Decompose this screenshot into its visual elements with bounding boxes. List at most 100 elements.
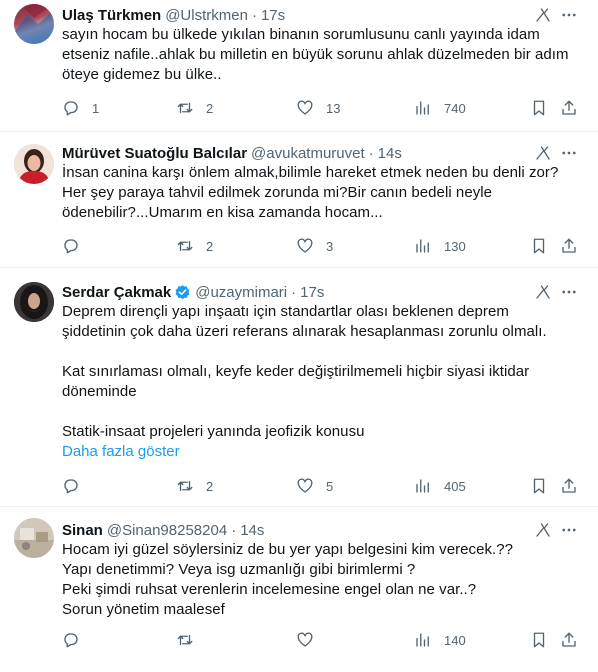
more-icon[interactable]	[560, 6, 578, 24]
tweet-text-line: sayın hocam bu ülkede yıkılan binanın so…	[62, 26, 540, 43]
like-button[interactable]: 13	[296, 98, 340, 118]
bookmark-icon	[533, 478, 545, 494]
tweet[interactable]: Sinan @Sinan98258204 · 14s Hocam iyi güz…	[0, 507, 598, 672]
like-button[interactable]: 3	[296, 236, 333, 256]
tweet[interactable]: Mürüvet Suatoğlu Balcılar @avukatmuruvet…	[0, 132, 598, 268]
tweet-text: İnsan canina karşı önlem almak,bilimle h…	[62, 163, 582, 223]
retweet-button[interactable]: 2	[176, 236, 213, 256]
separator-dot: ·	[368, 144, 374, 162]
views-button[interactable]: 130	[414, 236, 466, 256]
tweet-text: Deprem dirençli yapı inşaatı için standa…	[62, 302, 582, 442]
reply-button[interactable]	[62, 476, 92, 496]
bookmark-button[interactable]	[530, 236, 548, 256]
separator-dot: ·	[291, 283, 297, 301]
share-button[interactable]	[560, 236, 578, 256]
tweet-text-line: döneminde	[62, 383, 137, 400]
verified-badge-icon	[175, 284, 190, 299]
tweet-text-line: Sorun yönetim maalesef	[62, 601, 225, 618]
separator-dot: ·	[231, 521, 237, 539]
reply-icon	[64, 633, 78, 648]
tweet-text: sayın hocam bu ülkede yıkılan binanın so…	[62, 25, 582, 85]
author-name[interactable]: Sinan	[62, 522, 103, 539]
tweet-actions: 140	[62, 630, 582, 650]
like-button[interactable]: 5	[296, 476, 333, 496]
author-name[interactable]: Ulaş Türkmen	[62, 7, 161, 24]
reply-icon	[64, 239, 78, 254]
grok-icon[interactable]	[534, 144, 552, 162]
views-button[interactable]: 405	[414, 476, 466, 496]
avatar[interactable]	[14, 282, 54, 322]
tweet-time[interactable]: 14s	[240, 522, 264, 539]
retweet-button[interactable]: 2	[176, 476, 213, 496]
tweet-text-line: şiddetinin çok daha üzeri referans alına…	[62, 323, 547, 340]
tweet-text-line: Her şey paraya tahvil edilmek zorunda mi…	[62, 184, 493, 201]
tweet[interactable]: Ulaş Türkmen @Ulstrkmen · 17s sayın hoca…	[0, 0, 598, 132]
retweet-icon	[177, 240, 193, 252]
more-icon[interactable]	[560, 144, 578, 162]
tweet-header: Sinan @Sinan98258204 · 14s	[62, 520, 582, 540]
tweet-time[interactable]: 17s	[300, 284, 324, 301]
share-icon	[562, 238, 576, 253]
retweet-icon	[177, 102, 193, 114]
tweet[interactable]: Serdar Çakmak @uzaymimari · 17s Deprem d…	[0, 268, 598, 507]
retweet-button[interactable]	[176, 630, 206, 650]
bookmark-button[interactable]	[530, 98, 548, 118]
share-icon	[562, 478, 576, 493]
views-icon	[416, 633, 429, 647]
heart-icon	[297, 238, 313, 253]
reply-button[interactable]	[62, 236, 92, 256]
tweet-header: Mürüvet Suatoğlu Balcılar @avukatmuruvet…	[62, 143, 582, 163]
show-more-link[interactable]: Daha fazla göster	[62, 442, 582, 462]
share-button[interactable]	[560, 630, 578, 650]
author-handle[interactable]: @uzaymimari	[195, 284, 287, 301]
grok-icon[interactable]	[534, 521, 552, 539]
like-count: 5	[326, 478, 334, 494]
grok-icon[interactable]	[534, 283, 552, 301]
tweet-actions: 2 3 130	[62, 236, 582, 256]
author-handle[interactable]: @avukatmuruvet	[251, 145, 365, 162]
avatar[interactable]	[14, 144, 54, 184]
author-name[interactable]: Mürüvet Suatoğlu Balcılar	[62, 145, 247, 162]
bookmark-icon	[533, 238, 545, 254]
share-button[interactable]	[560, 98, 578, 118]
author-handle[interactable]: @Ulstrkmen	[165, 7, 248, 24]
share-icon	[562, 100, 576, 115]
view-count: 140	[444, 632, 466, 648]
bookmark-icon	[533, 632, 545, 648]
like-button[interactable]	[296, 630, 326, 650]
share-icon	[562, 632, 576, 647]
heart-icon	[297, 478, 313, 493]
views-button[interactable]: 740	[414, 98, 466, 118]
tweet-actions: 2 5 405	[62, 476, 582, 496]
author-name[interactable]: Serdar Çakmak	[62, 284, 171, 301]
like-count: 13	[326, 100, 341, 116]
tweet-text-line: İnsan canina karşı önlem almak,bilimle h…	[62, 164, 559, 181]
bookmark-button[interactable]	[530, 476, 548, 496]
heart-icon	[297, 632, 313, 647]
view-count: 740	[444, 100, 466, 116]
grok-icon[interactable]	[534, 6, 552, 24]
heart-icon	[297, 100, 313, 115]
tweet-header: Serdar Çakmak @uzaymimari · 17s	[62, 282, 582, 302]
avatar[interactable]	[14, 518, 54, 558]
view-count: 130	[444, 238, 466, 254]
tweet-text-line: öteye gidemez bu ülke..	[62, 66, 222, 83]
tweet-text-line	[62, 342, 582, 362]
tweet-text-line: Statik-insaat projeleri yanında jeofizik…	[62, 423, 365, 440]
tweet-text-line: Hocam iyi güzel söylersiniz de bu yer ya…	[62, 541, 514, 558]
views-button[interactable]: 140	[414, 630, 466, 650]
avatar[interactable]	[14, 4, 54, 44]
tweet-time[interactable]: 14s	[378, 145, 402, 162]
bookmark-button[interactable]	[530, 630, 548, 650]
more-icon[interactable]	[560, 283, 578, 301]
retweet-count: 2	[206, 100, 214, 116]
tweet-time[interactable]: 17s	[261, 7, 285, 24]
reply-button[interactable]: 1	[62, 98, 99, 118]
more-icon[interactable]	[560, 521, 578, 539]
share-button[interactable]	[560, 476, 578, 496]
separator-dot: ·	[251, 6, 257, 24]
views-icon	[416, 239, 429, 253]
reply-button[interactable]	[62, 630, 92, 650]
author-handle[interactable]: @Sinan98258204	[107, 522, 227, 539]
retweet-button[interactable]: 2	[176, 98, 213, 118]
